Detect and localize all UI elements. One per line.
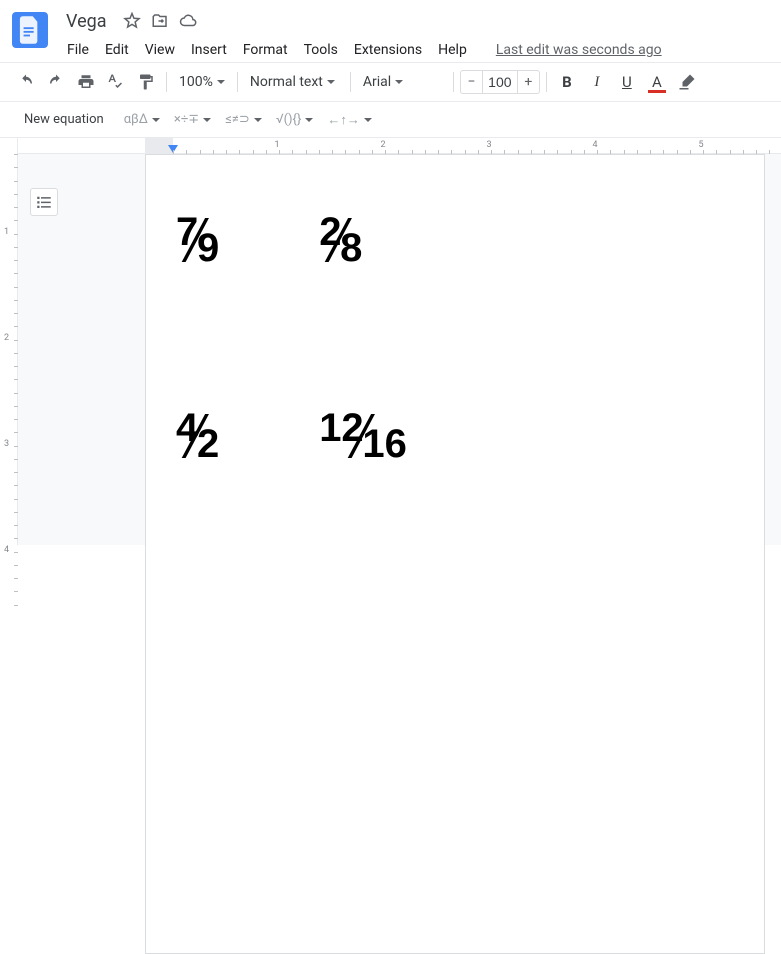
- menu-edit[interactable]: Edit: [98, 38, 136, 62]
- chevron-down-icon: [217, 80, 225, 84]
- doc-title[interactable]: Vega: [60, 9, 113, 34]
- equation-toolbar: New equation αβΔ ×÷∓ ≤≠⊃ √(){} ←↑→: [0, 102, 781, 138]
- menu-tools[interactable]: Tools: [297, 38, 345, 62]
- outline-toggle-button[interactable]: [30, 188, 58, 216]
- zoom-combo[interactable]: 100%: [173, 68, 231, 96]
- chevron-down-icon: [203, 118, 211, 122]
- horizontal-ruler[interactable]: 1 2 3 4 5: [18, 138, 781, 154]
- chevron-down-icon: [305, 118, 313, 122]
- new-equation-button[interactable]: New equation: [18, 108, 110, 131]
- fraction-denominator: 16: [362, 422, 407, 467]
- fraction-numerator: 12: [319, 406, 364, 451]
- chevron-down-icon: [327, 80, 335, 84]
- page-content[interactable]: 7 ⁄ 9 2 ⁄ 8 4 ⁄ 2 12 ⁄: [146, 155, 764, 657]
- font-value: Arial: [363, 74, 391, 90]
- bold-button[interactable]: B: [553, 68, 581, 96]
- fraction-slash: ⁄: [193, 220, 202, 262]
- eq-greek-button[interactable]: αβΔ: [124, 112, 160, 127]
- chevron-down-icon: [254, 118, 262, 122]
- fraction[interactable]: 4 ⁄ 2: [176, 406, 219, 467]
- eq-rel-button[interactable]: ≤≠⊃: [225, 112, 262, 127]
- chevron-down-icon: [152, 118, 160, 122]
- menu-format[interactable]: Format: [236, 38, 295, 62]
- styles-combo[interactable]: Normal text: [244, 68, 344, 96]
- fraction-slash: ⁄: [358, 416, 367, 458]
- cloud-icon[interactable]: [179, 12, 197, 30]
- chevron-down-icon: [395, 80, 403, 84]
- underline-button[interactable]: U: [613, 68, 641, 96]
- chevron-down-icon: [364, 118, 372, 122]
- eq-sqrt-button[interactable]: √(){}: [276, 112, 314, 127]
- spellcheck-button[interactable]: [102, 68, 130, 96]
- menu-view[interactable]: View: [138, 38, 182, 62]
- eq-arrows-button[interactable]: ←↑→: [327, 112, 372, 128]
- zoom-value: 100%: [179, 74, 213, 90]
- paint-format-button[interactable]: [132, 68, 160, 96]
- font-combo[interactable]: Arial: [357, 68, 447, 96]
- font-size-input[interactable]: [482, 70, 518, 94]
- move-icon[interactable]: [151, 12, 169, 30]
- print-button[interactable]: [72, 68, 100, 96]
- fraction[interactable]: 2 ⁄ 8: [319, 210, 362, 271]
- menu-file[interactable]: File: [60, 38, 96, 62]
- fraction[interactable]: 7 ⁄ 9: [176, 210, 219, 271]
- fraction-slash: ⁄: [193, 416, 202, 458]
- app-header: Vega File Edit View Insert Format Tools …: [0, 0, 781, 62]
- menubar: File Edit View Insert Format Tools Exten…: [60, 38, 769, 62]
- fraction[interactable]: 12 ⁄ 16: [319, 406, 407, 467]
- menu-extensions[interactable]: Extensions: [347, 38, 429, 62]
- text-color-button[interactable]: A: [643, 68, 671, 96]
- workspace: 1 2 3 4 5 1 2 3 4 7 ⁄ 9 2: [0, 138, 781, 545]
- star-icon[interactable]: [123, 12, 141, 30]
- fraction-row: 7 ⁄ 9 2 ⁄ 8: [176, 210, 734, 271]
- last-edit-link[interactable]: Last edit was seconds ago: [496, 42, 662, 58]
- main-toolbar: 100% Normal text Arial − + B I U A: [0, 62, 781, 102]
- vertical-ruler[interactable]: 1 2 3 4: [0, 138, 18, 545]
- italic-button[interactable]: I: [583, 68, 611, 96]
- font-size-stepper: − +: [460, 70, 540, 94]
- font-size-decrease[interactable]: −: [460, 70, 482, 94]
- highlight-button[interactable]: [673, 68, 701, 96]
- font-size-increase[interactable]: +: [518, 70, 540, 94]
- redo-button[interactable]: [42, 68, 70, 96]
- undo-button[interactable]: [12, 68, 40, 96]
- eq-ops-button[interactable]: ×÷∓: [174, 112, 211, 127]
- document-page[interactable]: 7 ⁄ 9 2 ⁄ 8 4 ⁄ 2 12 ⁄: [145, 154, 765, 954]
- menu-help[interactable]: Help: [431, 38, 474, 62]
- menu-insert[interactable]: Insert: [184, 38, 234, 62]
- style-value: Normal text: [250, 74, 323, 90]
- fraction-row: 4 ⁄ 2 12 ⁄ 16: [176, 406, 734, 467]
- fraction-slash: ⁄: [336, 220, 345, 262]
- docs-logo[interactable]: [12, 12, 48, 48]
